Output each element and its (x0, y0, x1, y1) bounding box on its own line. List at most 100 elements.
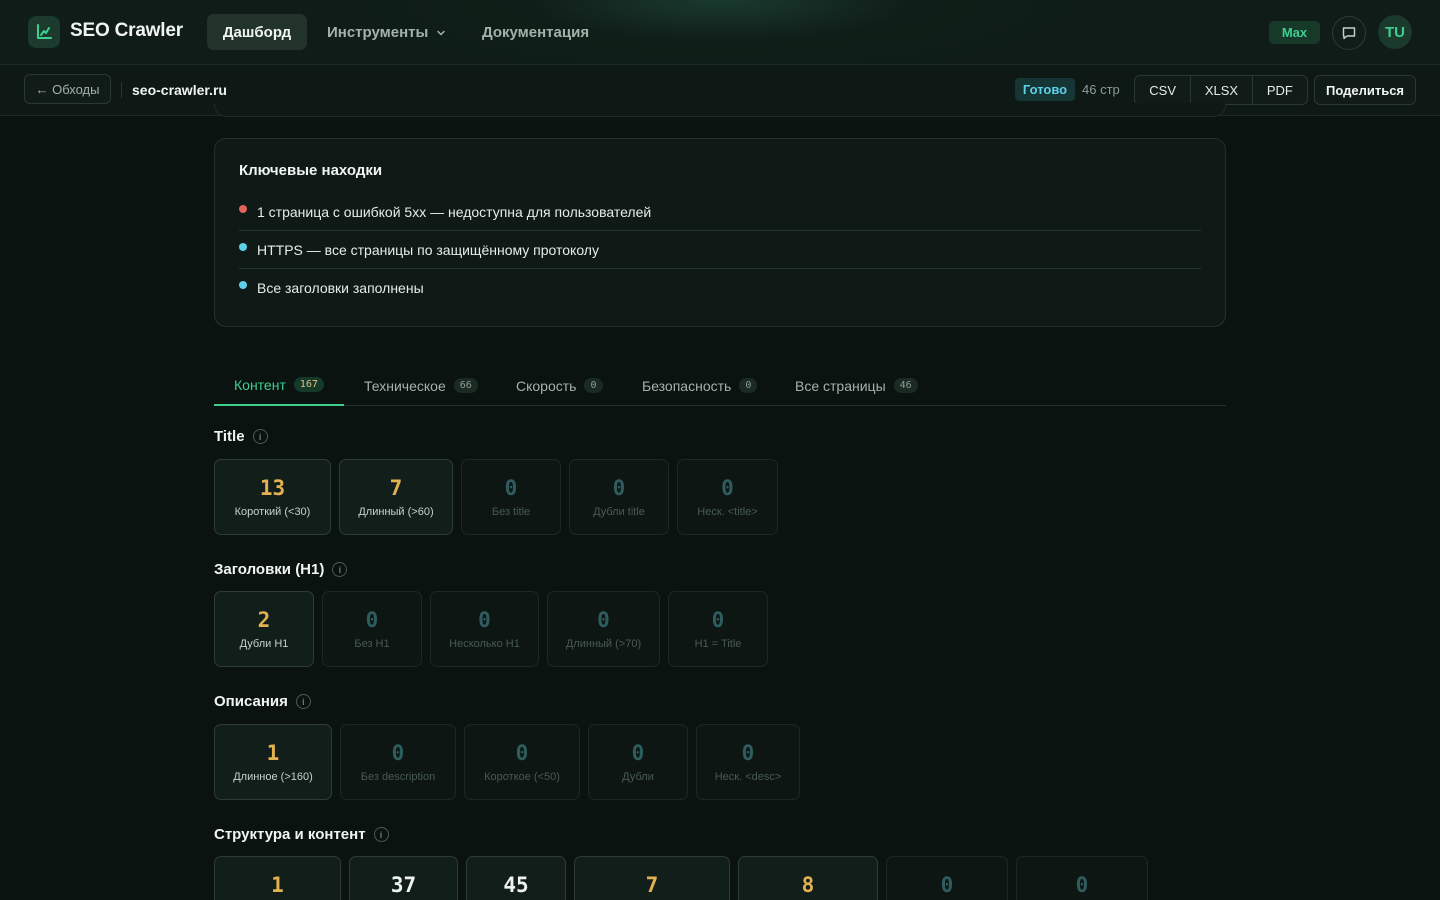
back-to-crawls-button[interactable]: ← Обходы (24, 74, 111, 104)
export-group: CSV XLSX PDF (1134, 75, 1308, 105)
metric-card[interactable]: 0 Без description (340, 724, 456, 800)
metric-card[interactable]: 45 (466, 856, 566, 900)
metric-card[interactable]: 1 Длинное (>160) (214, 724, 332, 800)
metric-value: 0 (711, 608, 725, 632)
tab-security[interactable]: Безопасность 0 (642, 365, 758, 406)
metric-value: 0 (391, 741, 405, 765)
info-dot-icon (239, 281, 247, 289)
avatar[interactable]: TU (1378, 15, 1412, 49)
section-heading: Title (214, 428, 245, 445)
metric-value: 0 (741, 741, 755, 765)
metric-card[interactable]: 0 (1016, 856, 1148, 900)
tab-label: Техническое (364, 377, 446, 394)
error-dot-icon (239, 204, 247, 213)
metric-label: Без description (360, 771, 436, 783)
metric-card[interactable]: 2 Дубли H1 (214, 591, 314, 667)
metric-label: Неск. <title> (697, 506, 758, 518)
metric-value: 13 (259, 476, 286, 500)
info-icon[interactable]: i (295, 694, 311, 709)
metric-card[interactable]: 0 (886, 856, 1008, 900)
logo-icon[interactable] (28, 16, 60, 48)
feedback-button[interactable] (1332, 16, 1366, 50)
metric-value: 0 (1075, 873, 1089, 897)
tab-technical[interactable]: Техническое 66 (364, 365, 478, 406)
finding-text: 1 страница с ошибкой 5xx — недоступна дл… (257, 203, 652, 220)
metric-card[interactable]: 0 Неск. <title> (677, 459, 778, 535)
report-tabs: Контент 167 Техническое 66 Скорость 0 Бе… (214, 365, 1226, 406)
metric-label: H1 = Title (694, 638, 742, 650)
metric-label: Несколько H1 (449, 638, 520, 650)
metric-card[interactable]: 1 (214, 856, 341, 900)
section-structure-title: Структура и контент i (214, 826, 389, 843)
metric-value: 0 (940, 873, 954, 897)
metric-card[interactable]: 13 Короткий (<30) (214, 459, 331, 535)
metric-card[interactable]: 8 (738, 856, 878, 900)
tab-label: Безопасность (642, 377, 732, 394)
metric-label: Дубли H1 (239, 638, 289, 650)
metric-value: 45 (503, 873, 529, 897)
metric-value: 7 (389, 476, 403, 500)
metric-value: 0 (612, 476, 626, 500)
nav-dashboard[interactable]: Дашборд (207, 14, 307, 50)
crawl-domain: seo-crawler.ru (132, 82, 227, 98)
app-name[interactable]: SEO Crawler (70, 20, 183, 42)
info-icon[interactable]: i (373, 827, 389, 842)
section-description-title: Описания i (214, 693, 311, 710)
tab-count: 66 (453, 378, 478, 393)
metric-value: 7 (645, 873, 659, 897)
tab-label: Все страницы (795, 377, 886, 394)
metric-label: Дубли (622, 771, 654, 783)
metric-value: 1 (271, 873, 284, 897)
metric-card[interactable]: 0 Длинный (>70) (547, 591, 660, 667)
plan-badge: Max (1269, 21, 1320, 44)
previous-card-edge (214, 103, 1226, 117)
tab-content[interactable]: Контент 167 (214, 365, 344, 406)
info-icon[interactable]: i (252, 429, 268, 444)
metric-value: 0 (478, 608, 491, 632)
share-button[interactable]: Поделиться (1314, 75, 1416, 105)
finding-item: HTTPS — все страницы по защищённому прот… (239, 231, 1201, 269)
tab-speed[interactable]: Скорость 0 (516, 365, 603, 406)
info-icon[interactable]: i (332, 562, 348, 577)
finding-item: 1 страница с ошибкой 5xx — недоступна дл… (239, 193, 1201, 231)
metric-card[interactable]: 0 Без title (461, 459, 561, 535)
section-title-title: Title i (214, 428, 268, 445)
metric-card[interactable]: 7 Длинный (>60) (339, 459, 453, 535)
metric-label: Длинный (>60) (358, 506, 434, 518)
tab-label: Скорость (516, 377, 577, 394)
metric-card[interactable]: 0 Дубли (588, 724, 688, 800)
section-heading: Описания (214, 693, 288, 710)
metric-value: 0 (365, 608, 379, 632)
tab-count: 167 (293, 377, 324, 392)
tab-count: 0 (739, 378, 758, 393)
nav-docs[interactable]: Документация (482, 24, 589, 41)
tab-label: Контент (234, 376, 286, 393)
metric-card[interactable]: 7 (574, 856, 730, 900)
export-pdf-button[interactable]: PDF (1253, 76, 1307, 104)
metric-card[interactable]: 0 Без H1 (322, 591, 422, 667)
metric-label: Без title (491, 506, 531, 518)
metric-label: Короткое (<50) (484, 771, 560, 783)
chevron-down-icon (437, 30, 446, 36)
export-csv-button[interactable]: CSV (1135, 76, 1192, 104)
metric-card[interactable]: 37 (349, 856, 458, 900)
export-xlsx-button[interactable]: XLSX (1191, 76, 1253, 104)
info-dot-icon (239, 242, 247, 251)
metric-card[interactable]: 0 Неск. <desc> (696, 724, 800, 800)
metric-value: 0 (504, 476, 518, 500)
nav-tools-menu[interactable]: Инструменты (327, 24, 446, 41)
divider (121, 82, 122, 98)
metric-value: 0 (631, 741, 645, 765)
metric-card[interactable]: 0 Дубли title (569, 459, 669, 535)
metric-card[interactable]: 0 H1 = Title (668, 591, 768, 667)
metric-card[interactable]: 0 Несколько H1 (430, 591, 539, 667)
chat-icon (1342, 27, 1356, 40)
metric-label: Неск. <desc> (714, 771, 782, 783)
metric-value: 0 (515, 741, 529, 765)
metric-value: 0 (721, 476, 734, 500)
metric-label: Короткий (<30) (234, 506, 311, 518)
tab-all-pages[interactable]: Все страницы 46 (795, 365, 918, 406)
metric-label: Длинное (>160) (233, 771, 313, 783)
key-findings-title: Ключевые находки (239, 162, 383, 179)
metric-card[interactable]: 0 Короткое (<50) (464, 724, 580, 800)
